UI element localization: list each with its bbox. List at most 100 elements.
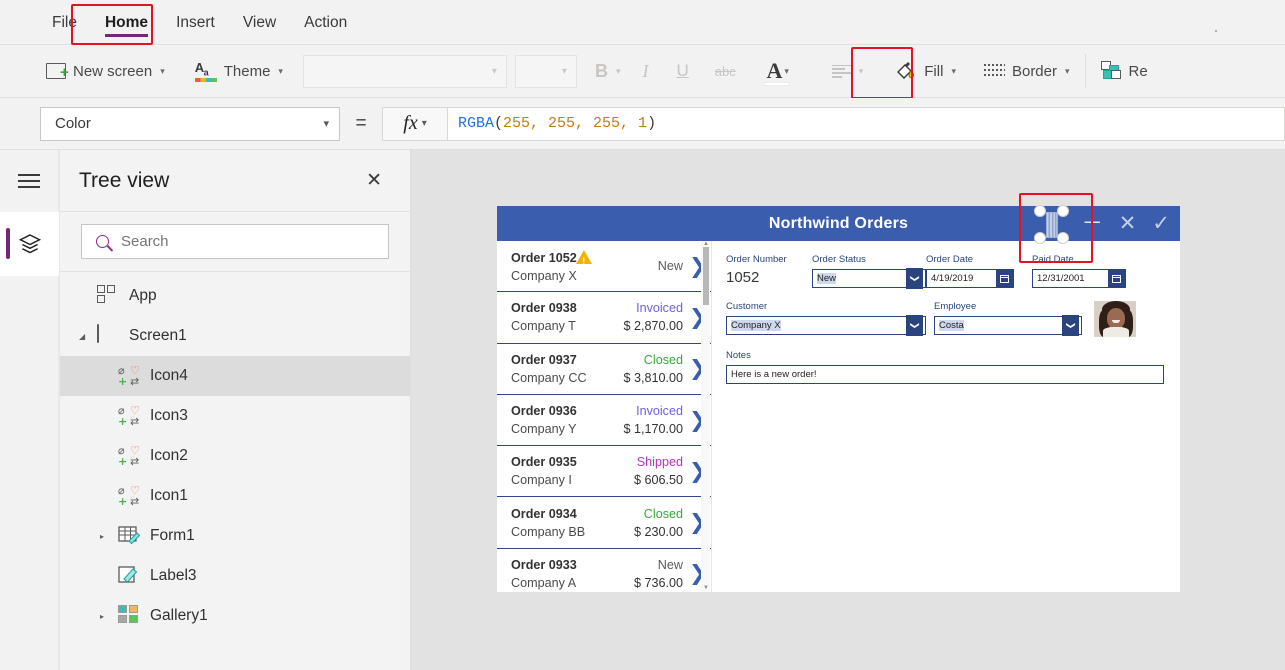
fx-icon: fx — [403, 112, 418, 134]
new-record-icon[interactable]: ＋ — [1082, 213, 1103, 234]
new-screen-button[interactable]: New screen ▾ — [38, 51, 173, 91]
employee-value: Costa — [939, 320, 964, 331]
canvas-area[interactable]: Northwind Orders ＋ ✕ ✓ Order 1052 Compan… — [411, 150, 1285, 670]
gallery-row[interactable]: Order 1052 Company X New ❯ — [497, 241, 711, 293]
tree-node-icon3[interactable]: ⌀ ♡ + ⇄ Icon3 — [60, 396, 410, 436]
save-icon[interactable]: ✓ — [1152, 213, 1170, 234]
gallery-scrollbar[interactable]: ▲ ▼ — [701, 241, 710, 592]
menu-item-view[interactable]: View — [229, 0, 290, 45]
gallery-status-label: Invoiced — [636, 404, 683, 419]
toolbar-divider — [1084, 54, 1086, 88]
order-date-input[interactable]: 4/19/2019 — [926, 269, 1014, 288]
menu-bar: File Home Insert View Action — [0, 0, 1285, 45]
font-family-select[interactable]: ▾ — [302, 54, 507, 88]
menu-item-home[interactable]: Home — [91, 0, 162, 45]
twisty-expanded-icon[interactable]: ◢ — [79, 332, 97, 341]
notes-input[interactable]: Here is a new order! — [726, 365, 1164, 384]
calendar-icon[interactable] — [996, 270, 1013, 287]
gallery-row[interactable]: Order 0935 Company I Shipped $ 606.50 ❯ — [497, 446, 711, 498]
align-left-icon — [831, 64, 851, 79]
chevron-down-icon[interactable]: ❮ — [906, 315, 923, 336]
paid-date-input[interactable]: 12/31/2001 — [1032, 269, 1126, 288]
formula-args-token: 255, 255, 255, 1 — [503, 115, 648, 132]
hamburger-menu-icon[interactable] — [18, 170, 40, 191]
gallery-row-text: Order 0934 Company BB — [511, 505, 634, 541]
fill-button[interactable]: Fill ▾ — [887, 51, 964, 91]
tree-node-gallery1[interactable]: ▸ Gallery1 — [60, 596, 410, 636]
menu-item-insert[interactable]: Insert — [162, 0, 229, 45]
order-status-dropdown[interactable]: New ❮ — [812, 268, 926, 289]
reorder-button[interactable]: Re — [1093, 51, 1156, 91]
twisty-collapsed-icon[interactable]: ▸ — [100, 612, 118, 621]
tree-node-label: Screen1 — [129, 327, 187, 344]
gallery-row[interactable]: Order 0936 Company Y Invoiced $ 1,170.00… — [497, 395, 711, 447]
formula-bar: Color ▾ = fx ▾ RGBA(255, 255, 255, 1) — [0, 98, 1285, 150]
close-icon[interactable]: ✕ — [366, 171, 382, 190]
rail-item-tree-view[interactable] — [0, 212, 59, 276]
label-icon — [118, 565, 142, 587]
search-box[interactable] — [81, 224, 389, 259]
cancel-icon[interactable]: ✕ — [1119, 213, 1137, 234]
tree-node-form1[interactable]: ▸ Form1 — [60, 516, 410, 556]
paid-date-value: 12/31/2001 — [1037, 273, 1085, 284]
order-edit-form[interactable]: Order Number 1052 Order Status New ❮ Ord… — [712, 241, 1180, 592]
gallery-order-label: Order 0938 — [511, 301, 577, 316]
bold-button[interactable]: B ▾ — [587, 51, 629, 91]
menu-item-action[interactable]: Action — [290, 0, 361, 45]
gallery-row-text: Order 0936 Company Y — [511, 402, 623, 438]
tree-node-icon4[interactable]: ⌀ ♡ + ⇄ Icon4 — [60, 356, 410, 396]
tree-node-label: Gallery1 — [150, 607, 208, 624]
font-color-icon: A — [766, 58, 783, 83]
scroll-down-arrow[interactable]: ▼ — [703, 585, 709, 591]
selected-control-icon4[interactable] — [1034, 205, 1069, 244]
strikethrough-button[interactable]: abc — [703, 51, 748, 91]
formula-input[interactable]: RGBA(255, 255, 255, 1) — [448, 106, 1285, 141]
formula-function-token: RGBA — [458, 115, 495, 132]
gallery-order-label: Order 0935 — [511, 455, 577, 470]
field-customer: Customer Company X ❮ — [726, 301, 934, 337]
theme-button[interactable]: Aa Theme ▾ — [187, 51, 291, 91]
border-label: Border — [1011, 62, 1057, 80]
resize-handle-top-right[interactable] — [1057, 205, 1069, 217]
italic-button[interactable]: I — [628, 51, 662, 91]
scrollbar-thumb[interactable] — [702, 247, 709, 305]
orders-gallery[interactable]: Order 1052 Company X New ❯ Order 0938 Co… — [497, 241, 712, 592]
property-select-value: Color — [55, 115, 91, 132]
tree-node-icon2[interactable]: ⌀ ♡ + ⇄ Icon2 — [60, 436, 410, 476]
gallery-status-label: Closed — [643, 352, 683, 367]
customer-dropdown[interactable]: Company X ❮ — [726, 315, 926, 336]
property-select[interactable]: Color ▾ — [40, 106, 340, 141]
chevron-down-icon[interactable]: ❮ — [1062, 315, 1079, 336]
menu-item-file[interactable]: File — [38, 0, 91, 45]
app-preview-frame[interactable]: Northwind Orders ＋ ✕ ✓ Order 1052 Compan… — [497, 205, 1180, 592]
align-button[interactable]: ▾ — [824, 51, 872, 91]
font-color-button[interactable]: A ▾ — [748, 47, 808, 95]
tree-node-screen1[interactable]: ◢ Screen1 — [60, 316, 410, 356]
resize-handle-bottom-right[interactable] — [1057, 232, 1069, 244]
gallery-row[interactable]: Order 0934 Company BB Closed $ 230.00 ❯ — [497, 497, 711, 549]
gallery-row[interactable]: Order 0938 Company T Invoiced $ 2,870.00… — [497, 292, 711, 344]
gallery-row[interactable]: Order 0933 Company A New $ 736.00 ❯ — [497, 549, 711, 592]
tree-node-icon1[interactable]: ⌀ ♡ + ⇄ Icon1 — [60, 476, 410, 516]
resize-handle-bottom-left[interactable] — [1034, 232, 1046, 244]
chevron-down-icon: ▾ — [784, 65, 789, 76]
customer-value: Company X — [731, 320, 781, 331]
notes-value: Here is a new order! — [731, 369, 817, 380]
icon-control-icon: ⌀ ♡ + ⇄ — [118, 364, 140, 388]
resize-handle-top-left[interactable] — [1034, 205, 1046, 217]
chevron-down-icon[interactable]: ❮ — [906, 268, 923, 289]
border-button[interactable]: Border ▾ — [976, 51, 1078, 91]
fx-button[interactable]: fx ▾ — [382, 106, 448, 141]
font-size-select[interactable]: ▾ — [514, 54, 577, 88]
tree-node-label3[interactable]: Label3 — [60, 556, 410, 596]
underline-button[interactable]: U — [662, 51, 702, 91]
gallery-row[interactable]: Order 0937 Company CC Closed $ 3,810.00 … — [497, 344, 711, 395]
tree-node-app[interactable]: App — [60, 276, 410, 316]
form-icon-svg — [118, 526, 141, 545]
gallery-status-label: Shipped — [636, 455, 683, 470]
calendar-icon[interactable] — [1108, 270, 1125, 287]
twisty-collapsed-icon[interactable]: ▸ — [100, 532, 118, 541]
gallery-company-label: Company CC — [511, 370, 587, 385]
employee-dropdown[interactable]: Costa ❮ — [934, 315, 1082, 336]
search-input[interactable] — [119, 232, 388, 251]
